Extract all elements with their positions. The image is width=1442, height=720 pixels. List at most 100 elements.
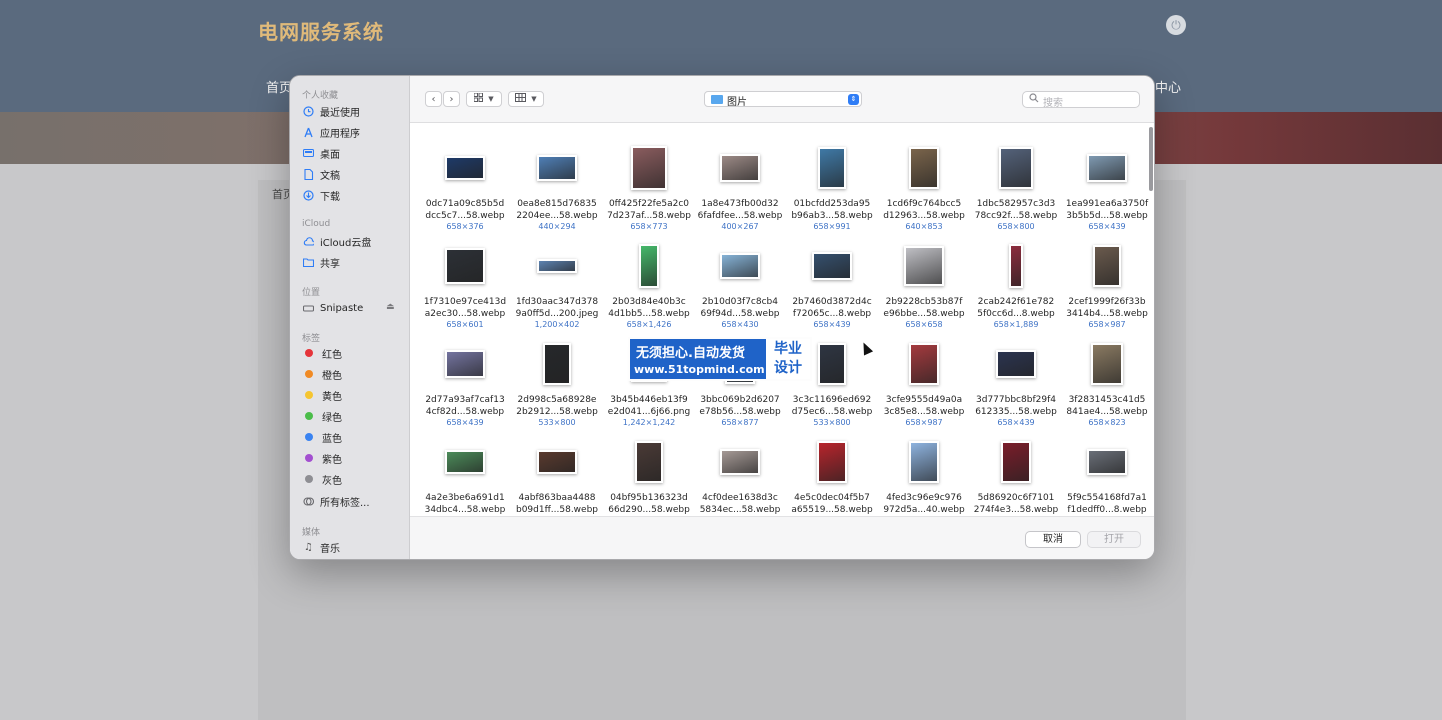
image-thumbnail-icon — [631, 146, 667, 190]
search-placeholder: 搜索 — [1043, 98, 1063, 109]
nav-center[interactable]: 中心 — [1155, 77, 1181, 96]
file-item[interactable]: 2b7460d3872d4c f72065c...8.webp 658×439 — [786, 221, 878, 329]
sidebar-tag-orange[interactable]: 橙色 — [303, 366, 342, 382]
sidebar-item-music[interactable]: ♫ 音乐 — [303, 539, 340, 555]
file-item[interactable]: 2d77a93af7caf13 4cf82d...58.webp 658×439 — [419, 319, 511, 427]
file-name: 04bf95b136323d 66d290...58.webp — [599, 492, 699, 516]
sidebar-item-recents[interactable]: 最近使用 — [303, 103, 360, 119]
file-item[interactable]: 0ff425f22fe5a2c0 7d237af...58.webp 658×773 — [603, 123, 695, 231]
file-item[interactable]: 1cd6f9c764bcc5 d12963...58.webp 640×853 — [878, 123, 970, 231]
folder-select[interactable]: 图片 ⇕ — [704, 91, 862, 108]
file-item[interactable]: 5d86920c6f7101 274f4e3...58.webp — [970, 417, 1062, 515]
file-name-line1: 2b9228cb53b87f — [885, 297, 963, 307]
power-icon[interactable]: ⏻ — [1166, 15, 1186, 35]
sidebar-all-tags[interactable]: 所有标签... — [303, 493, 370, 509]
select-arrows-icon: ⇕ — [848, 94, 859, 105]
image-thumbnail-icon — [1087, 449, 1127, 475]
file-item[interactable]: 2d998c5a68928e 2b2912...58.webp 533×800 — [511, 319, 603, 427]
image-thumbnail-icon — [635, 441, 663, 483]
sidebar-tag-blue[interactable]: 蓝色 — [303, 429, 342, 445]
file-item[interactable]: 4fed3c96e9c976 972d5a...40.webp — [878, 417, 970, 515]
file-name-line1: 1cd6f9c764bcc5 — [886, 199, 962, 209]
file-thumbnail — [511, 145, 603, 191]
document-icon — [303, 168, 314, 180]
file-thumbnail — [878, 145, 970, 191]
file-item[interactable]: 4e5c0dec04f5b7 a65519...58.webp — [786, 417, 878, 515]
image-thumbnail-icon — [445, 248, 485, 284]
sidebar-tag-gray[interactable]: 灰色 — [303, 471, 342, 487]
sidebar-item-icloud-drive[interactable]: iCloud云盘 — [303, 233, 371, 249]
file-item[interactable]: 2b10d03f7c8cb4 69f94d...58.webp 658×430 — [694, 221, 786, 329]
file-thumbnail — [603, 145, 695, 191]
file-item[interactable]: 1fd30aac347d378 9a0ff5d...200.jpeg 1,200×4… — [511, 221, 603, 329]
sidebar-tag-yellow[interactable]: 黄色 — [303, 387, 342, 403]
eject-icon[interactable]: ⏏ — [386, 302, 395, 312]
file-name-line2: a65519...58.webp — [791, 505, 873, 515]
sidebar-item-downloads[interactable]: 下载 — [303, 187, 340, 203]
tag-yellow-dot — [305, 391, 313, 399]
file-thumbnail — [603, 439, 695, 485]
media-heading: 媒体 — [302, 528, 321, 538]
tag-blue-dot — [305, 433, 313, 441]
sidebar-item-desktop[interactable]: 桌面 — [303, 145, 340, 161]
file-open-dialog: 个人收藏 最近使用 应用程序 桌面 文稿 下载 iCloud iCloud云盘 — [289, 75, 1155, 560]
cancel-button[interactable]: 取消 — [1025, 531, 1081, 548]
file-item[interactable]: 2b03d84e40b3c 4d1bb5...58.webp 658×1,426 — [603, 221, 695, 329]
forward-button[interactable]: › — [443, 91, 460, 107]
sidebar-tag-purple[interactable]: 紫色 — [303, 450, 342, 466]
file-name: 1a8e473fb00d32 6fafdfee...58.webp — [690, 198, 790, 222]
file-item[interactable]: 1f7310e97ce413d a2ec30...58.webp 658×601 — [419, 221, 511, 329]
file-item[interactable]: 0dc71a09c85b5d dcc5c7...58.webp 658×376 — [419, 123, 511, 231]
search-field[interactable]: 搜索 — [1022, 91, 1140, 109]
sidebar-item-label: 音乐 — [320, 543, 340, 555]
sidebar-item-label: 文稿 — [320, 170, 340, 182]
sidebar-item-shared[interactable]: 共享 — [303, 254, 340, 270]
file-thumbnail — [1061, 341, 1153, 387]
file-item[interactable]: 01bcfdd253da95 b96ab3...58.webp 658×991 — [786, 123, 878, 231]
file-item[interactable]: 4abf863baa4488 b09d1ff...58.webp — [511, 417, 603, 515]
tag-orange-dot — [305, 370, 313, 378]
file-item[interactable]: 5f9c554168fd7a1 f1dedff0...8.webp — [1061, 417, 1153, 515]
file-item[interactable]: 4cf0dee1638d3c 5834ec...58.webp — [694, 417, 786, 515]
file-item[interactable]: 1a8e473fb00d32 6fafdfee...58.webp 400×267 — [694, 123, 786, 231]
file-item[interactable]: 2cab242f61e782 5f0cc6d...8.webp 658×1,889 — [970, 221, 1062, 329]
file-thumbnail — [419, 341, 511, 387]
image-thumbnail-icon — [817, 441, 847, 483]
chevron-left-icon: ‹ — [431, 93, 436, 105]
watermark-banner: 无须担心.自动发货 www.51topmind.com 毕业 设计 — [628, 337, 812, 381]
file-thumbnail — [419, 145, 511, 191]
sidebar-tag-green[interactable]: 绿色 — [303, 408, 342, 424]
file-thumbnail — [694, 439, 786, 485]
desktop-icon — [303, 148, 314, 159]
sidebar-tag-red[interactable]: 红色 — [303, 345, 342, 361]
sidebar-item-documents[interactable]: 文稿 — [303, 166, 340, 182]
open-button[interactable]: 打开 — [1087, 531, 1141, 548]
chevron-down-icon: ▼ — [488, 95, 494, 103]
file-thumbnail — [970, 243, 1062, 289]
group-view-button[interactable]: ▼ — [508, 91, 544, 107]
dialog-toolbar: ‹ › ▼ ▼ 图片 ⇕ 搜索 — [410, 76, 1154, 123]
file-item[interactable]: 4a2e3be6a691d1 34dbc4...58.webp — [419, 417, 511, 515]
file-name: 1dbc582957c3d3 78cc92f...58.webp — [966, 198, 1066, 222]
file-item[interactable]: 3d777bbc8bf29f4 612335...58.webp 658×439 — [970, 319, 1062, 427]
music-icon: ♫ — [304, 541, 313, 553]
file-name: 2cef1999f26f33b 3414b4...58.webp — [1057, 296, 1154, 320]
file-item[interactable]: 3f2831453c41d5 841ae4...58.webp 658×823 — [1061, 319, 1153, 427]
icon-view-button[interactable]: ▼ — [466, 91, 502, 107]
back-button[interactable]: ‹ — [425, 91, 442, 107]
file-item[interactable]: 1ea991ea6a3750f 3b5b5d...58.webp 658×439 — [1061, 123, 1153, 231]
image-thumbnail-icon — [1009, 244, 1023, 288]
image-thumbnail-icon — [537, 155, 577, 181]
file-thumbnail — [511, 341, 603, 387]
sidebar-item-applications[interactable]: 应用程序 — [303, 124, 360, 140]
sidebar-item-snipaste[interactable]: Snipaste — [303, 300, 363, 316]
file-item[interactable]: 04bf95b136323d 66d290...58.webp — [603, 417, 695, 515]
chevron-down-icon: ▼ — [531, 95, 537, 103]
file-item[interactable]: 0ea8e815d76835 2204ee...58.webp 440×294 — [511, 123, 603, 231]
image-thumbnail-icon — [1087, 154, 1127, 182]
image-thumbnail-icon — [1093, 245, 1121, 287]
file-item[interactable]: 1dbc582957c3d3 78cc92f...58.webp 658×800 — [970, 123, 1062, 231]
file-item[interactable]: 2b9228cb53b87f e96bbe...58.webp 658×658 — [878, 221, 970, 329]
file-item[interactable]: 2cef1999f26f33b 3414b4...58.webp 658×987 — [1061, 221, 1153, 329]
file-item[interactable]: 3cfe9555d49a0a 3c85e8...58.webp 658×987 — [878, 319, 970, 427]
